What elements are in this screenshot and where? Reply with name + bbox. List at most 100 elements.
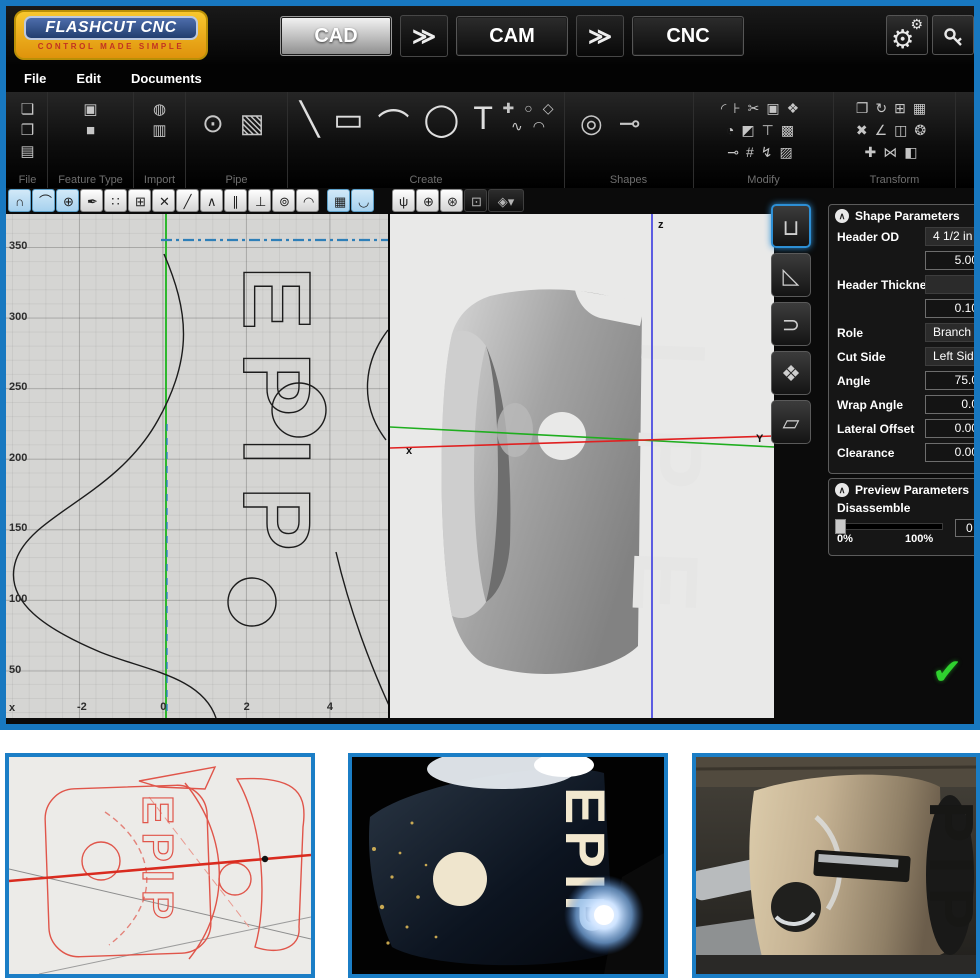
joint-saddle-button[interactable]: ⊃ (771, 302, 811, 346)
open-folder-icon[interactable]: ❒ (21, 121, 34, 140)
line-icon[interactable]: ╲ (300, 100, 319, 146)
param-row: Header OD4 1/2 in (829, 225, 980, 249)
fillet-icon[interactable]: ◜ (721, 98, 733, 118)
copy-icon[interactable]: ❐ (856, 98, 876, 118)
collapse-button[interactable]: ∧ (835, 483, 849, 497)
y-axis-label: Y (756, 433, 764, 445)
break-icon[interactable]: ↯ (761, 142, 780, 162)
cut-side-dropdown[interactable]: Left Side (925, 347, 980, 366)
pan-hand-button[interactable]: ψ (392, 189, 415, 212)
wrap-angle-field[interactable]: 0.0 (925, 395, 980, 414)
feature-outline-icon[interactable]: ▣ (83, 100, 97, 119)
shape-flange-icon[interactable]: ◎ (580, 108, 603, 139)
arc-icon[interactable]: ⌒ (378, 100, 410, 146)
delete-icon[interactable]: ✖ (856, 120, 875, 140)
offset-icon[interactable]: ⊸ (727, 142, 746, 162)
new-file-icon[interactable]: ❏ (21, 100, 34, 119)
snap-endpoint-button[interactable]: ✒ (80, 189, 103, 212)
preview-3d-viewport[interactable]: IPE x Y z (388, 214, 774, 718)
value-field[interactable]: 0.10 (925, 299, 980, 318)
stretch-icon[interactable]: ▣ (766, 98, 786, 118)
trim-icon[interactable]: ⊦ (733, 98, 747, 118)
array-icon[interactable]: ⊞ (894, 98, 913, 118)
snap-magnet-button[interactable]: ∩ (8, 189, 31, 212)
nav-cad-button[interactable]: CAD (280, 16, 392, 56)
header-thickness-dropdown[interactable] (925, 275, 980, 294)
zoom-in-button[interactable]: ⊕ (416, 189, 439, 212)
panel-title: Preview Parameters (855, 483, 969, 497)
pipe-diameter-icon[interactable]: ⊙ (202, 108, 224, 139)
cad-2d-viewport[interactable]: EPIP x 35030025020015010050-2024 (6, 214, 388, 718)
polygon-icon[interactable]: ◇ (543, 100, 554, 116)
snap-grid-points-button[interactable]: ∷ (104, 189, 127, 212)
arc-small-icon[interactable]: ◠ (533, 118, 545, 134)
view-cube-button[interactable]: ◈▾ (488, 189, 524, 212)
rotate-icon[interactable]: ↻ (875, 98, 894, 118)
shape-fitting-icon[interactable]: ⊸ (619, 108, 641, 139)
pattern-icon[interactable]: ▨ (780, 142, 800, 162)
header-od-dropdown[interactable]: 4 1/2 in (925, 227, 980, 246)
value-field[interactable]: 5.00 (925, 251, 980, 270)
ribbon-group-file: ❏❒▤File (8, 92, 48, 188)
feature-filled-icon[interactable]: ■ (86, 121, 95, 140)
menu-documents[interactable]: Documents (131, 71, 202, 86)
clearance-field[interactable]: 0.00 (925, 443, 980, 462)
menu-edit[interactable]: Edit (76, 71, 101, 86)
duplicate-icon[interactable]: ◫ (894, 120, 914, 140)
mirror-icon[interactable]: ◧ (904, 142, 924, 162)
joint-offset-button[interactable]: ▱ (771, 400, 811, 444)
joint-cluster-button[interactable]: ❖ (771, 351, 811, 395)
angle-field[interactable]: 75.0 (925, 371, 980, 390)
explode-icon[interactable]: ❖ (787, 98, 807, 118)
snap-grid-icon[interactable]: # (746, 142, 761, 162)
snap-vertex-button[interactable]: ∧ (200, 189, 223, 212)
disassemble-slider[interactable] (837, 523, 943, 530)
circle-icon[interactable]: ◯ (424, 100, 460, 146)
slider-thumb[interactable] (835, 519, 846, 534)
menu-file[interactable]: File (24, 71, 46, 86)
save-icon[interactable]: ▤ (20, 142, 34, 161)
settings-gears-button[interactable]: ⚙ ⚙ (886, 15, 928, 55)
grid-array-icon[interactable]: ▦ (913, 98, 933, 118)
disassemble-value-field[interactable]: 0 (955, 519, 980, 537)
lateral-offset-field[interactable]: 0.00 (925, 419, 980, 438)
snap-quadrant-button[interactable]: ◠ (296, 189, 319, 212)
nav-cam-button[interactable]: CAM (456, 16, 568, 56)
warp-icon[interactable]: ▩ (781, 120, 801, 140)
pipe-select-icon[interactable]: ▧ (240, 108, 265, 139)
rectangle-icon[interactable]: ▭ (333, 100, 363, 146)
snap-perpendicular-button[interactable]: ⊥ (248, 189, 271, 212)
grid-toggle-button[interactable]: ▦ (327, 189, 350, 212)
joint-branch-button[interactable]: ⊔ (771, 204, 811, 248)
move-icon[interactable]: ✚ (865, 142, 884, 162)
snap-arc-button[interactable]: ⌒ (32, 189, 55, 212)
corner-icon[interactable]: ◔ (726, 120, 741, 140)
crop-icon[interactable]: ◩ (741, 120, 761, 140)
snap-parallel-button[interactable]: ∥ (224, 189, 247, 212)
snap-tangent-button[interactable]: ⊚ (272, 189, 295, 212)
cut-icon[interactable]: ✂ (748, 98, 767, 118)
snap-corner-button[interactable]: ⊞ (128, 189, 151, 212)
point-icon[interactable]: ✚ (503, 100, 515, 116)
circular-array-icon[interactable]: ❂ (914, 120, 933, 140)
skew-icon[interactable]: ∠ (875, 120, 895, 140)
smooth-toggle-button[interactable]: ◡ (351, 189, 374, 212)
flip-icon[interactable]: ⋈ (883, 142, 904, 162)
zoom-window-button[interactable]: ⊡ (464, 189, 487, 212)
license-key-button[interactable] (932, 15, 974, 55)
collapse-button[interactable]: ∧ (835, 209, 849, 223)
apply-checkmark-button[interactable]: ✔ (932, 654, 962, 690)
import-file-icon[interactable]: ▥ (152, 121, 166, 140)
import-web-icon[interactable]: ◍ (153, 100, 166, 119)
spline-icon[interactable]: ∿ (511, 118, 523, 134)
weld-icon[interactable]: ⊤ (762, 120, 781, 140)
snap-nearest-button[interactable]: ╱ (176, 189, 199, 212)
role-dropdown[interactable]: Branch (925, 323, 980, 342)
snap-intersection-button[interactable]: ✕ (152, 189, 175, 212)
text-icon[interactable]: T (473, 100, 493, 146)
zoom-extents-button[interactable]: ⊛ (440, 189, 463, 212)
nav-cnc-button[interactable]: CNC (632, 16, 744, 56)
joint-miter-button[interactable]: ◺ (771, 253, 811, 297)
snap-center-button[interactable]: ⊕ (56, 189, 79, 212)
ellipse-icon[interactable]: ○ (524, 100, 532, 116)
